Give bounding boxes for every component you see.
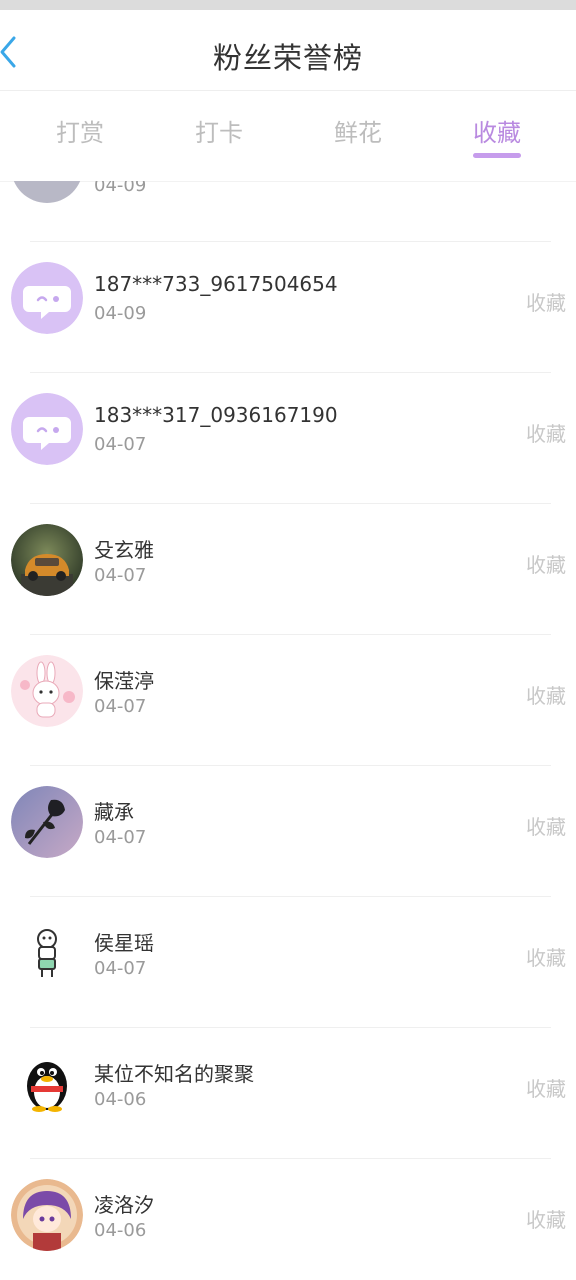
avatar[interactable]: [11, 655, 83, 727]
item-name: 藏承: [94, 800, 134, 824]
item-date: 04-07: [94, 696, 147, 717]
tab-tip[interactable]: 打赏: [20, 113, 140, 148]
list-item[interactable]: 凌洛汐 04-06 收藏: [0, 1158, 576, 1280]
tab-favorites[interactable]: 收藏: [437, 113, 557, 148]
active-tab-indicator: [473, 153, 521, 158]
bunny-icon: [11, 655, 83, 727]
avatar[interactable]: [11, 1048, 83, 1120]
divider: [30, 372, 551, 373]
item-name: 187***733_9617504654: [94, 272, 338, 296]
item-date: 04-09: [94, 181, 147, 196]
avatar: [11, 181, 83, 203]
tab-bar: 打赏 打卡 鲜花 收藏: [0, 91, 576, 182]
page-title: 粉丝荣誉榜: [212, 41, 363, 75]
item-name: 某位不知名的聚聚: [94, 1062, 254, 1086]
divider: [30, 896, 551, 897]
status-bar-strip: [0, 0, 576, 10]
avatar[interactable]: [11, 393, 83, 465]
list-item[interactable]: 殳玄雅 04-07 收藏: [0, 503, 576, 634]
favorite-action[interactable]: 收藏: [526, 680, 566, 709]
cartoon-figure-icon: [11, 917, 83, 989]
item-date: 04-06: [94, 1220, 147, 1241]
favorite-action[interactable]: 收藏: [526, 811, 566, 840]
favorite-action[interactable]: 收藏: [526, 418, 566, 447]
divider: [30, 634, 551, 635]
item-name: 殳玄雅: [94, 538, 154, 562]
item-name: 保滢渟: [94, 669, 154, 693]
anime-girl-icon: [11, 1179, 83, 1251]
list-item[interactable]: 藏承 04-07 收藏: [0, 765, 576, 896]
item-date: 04-07: [94, 958, 147, 979]
favorite-action[interactable]: 收藏: [526, 287, 566, 316]
item-date: 04-07: [94, 565, 147, 586]
list-item[interactable]: 侯星瑶 04-07 收藏: [0, 896, 576, 1027]
list-item-partial[interactable]: 04-09: [0, 181, 576, 241]
penguin-icon: [11, 1048, 83, 1120]
divider: [30, 1027, 551, 1028]
item-name: 183***317_0936167190: [94, 403, 338, 427]
item-name: 侯星瑶: [94, 931, 154, 955]
favorite-action[interactable]: 收藏: [526, 942, 566, 971]
item-date: 04-09: [94, 303, 147, 324]
list-item[interactable]: 187***733_9617504654 04-09 收藏: [0, 241, 576, 372]
avatar[interactable]: [11, 262, 83, 334]
divider: [30, 241, 551, 242]
avatar[interactable]: [11, 917, 83, 989]
list-item[interactable]: 某位不知名的聚聚 04-06 收藏: [0, 1027, 576, 1158]
chat-bubble-icon: [11, 262, 83, 334]
top-bar: 粉丝荣誉榜: [0, 10, 576, 91]
tab-checkin[interactable]: 打卡: [159, 113, 279, 148]
item-date: 04-07: [94, 434, 147, 455]
chat-bubble-icon: [11, 393, 83, 465]
list-item[interactable]: 保滢渟 04-07 收藏: [0, 634, 576, 765]
favorite-action[interactable]: 收藏: [526, 549, 566, 578]
item-date: 04-07: [94, 827, 147, 848]
item-date: 04-06: [94, 1089, 147, 1110]
avatar[interactable]: [11, 786, 83, 858]
divider: [30, 1158, 551, 1159]
list-item[interactable]: 183***317_0936167190 04-07 收藏: [0, 372, 576, 503]
rose-photo-icon: [11, 786, 83, 858]
divider: [30, 503, 551, 504]
favorite-action[interactable]: 收藏: [526, 1073, 566, 1102]
divider: [30, 765, 551, 766]
fan-list[interactable]: 04-09 187***733_9617504654 04-09 收藏 183*…: [0, 181, 576, 1280]
item-name: 凌洛汐: [94, 1193, 154, 1217]
favorite-action[interactable]: 收藏: [526, 1204, 566, 1233]
tab-flowers[interactable]: 鲜花: [298, 113, 418, 148]
avatar[interactable]: [11, 524, 83, 596]
car-photo-icon: [11, 524, 83, 596]
avatar[interactable]: [11, 1179, 83, 1251]
